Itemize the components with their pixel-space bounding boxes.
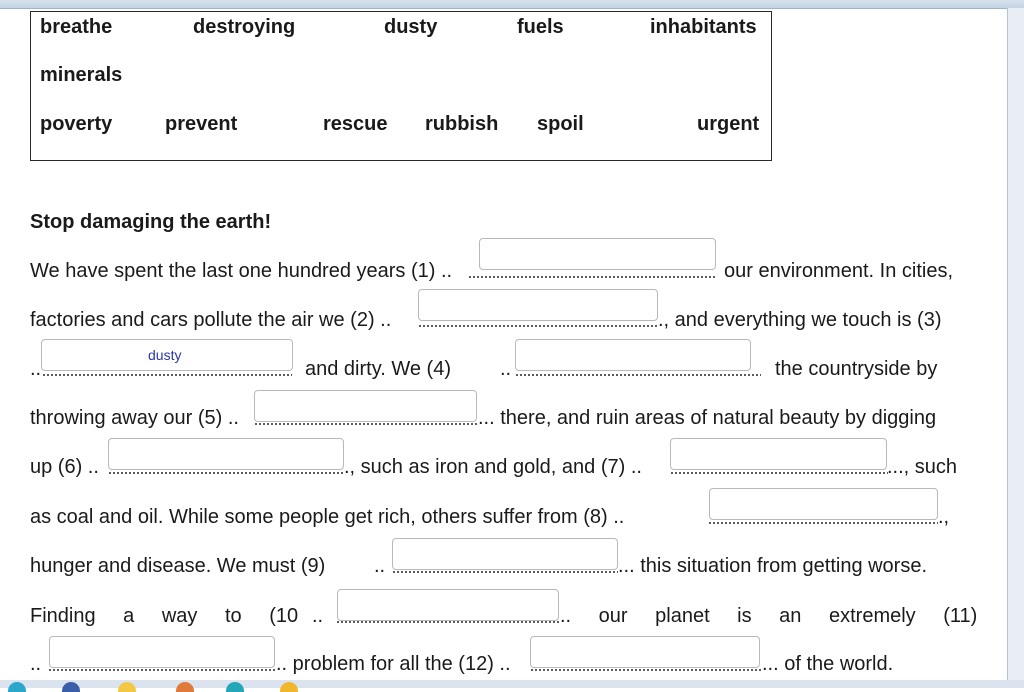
dotted-line	[708, 522, 938, 524]
passage-text: the countryside by	[775, 358, 938, 380]
passage-text: ... this situation from getting worse.	[618, 555, 928, 577]
passage-text: and dirty. We (4)	[305, 358, 451, 380]
answer-input-8[interactable]	[709, 488, 938, 520]
passage-text: We have spent the last one hundred years…	[30, 260, 453, 282]
passage-title: Stop damaging the earth!	[30, 211, 272, 233]
answer-input-5[interactable]	[254, 390, 477, 422]
dotted-line	[48, 669, 276, 671]
passage-text: throwing away our (5) ..	[30, 407, 239, 429]
passage-text: ..	[500, 358, 512, 380]
passage-text: as coal and oil. While some people get r…	[30, 506, 625, 528]
dotted-line	[42, 374, 292, 376]
passage-text: factories and cars pollute the air we (2…	[30, 309, 392, 331]
dotted-line	[392, 571, 618, 573]
answer-input-1[interactable]	[479, 238, 716, 270]
answer-input-10[interactable]	[337, 589, 559, 621]
word-bank-box: breathe destroying dusty fuels inhabitan…	[30, 11, 772, 161]
answer-input-2[interactable]	[418, 289, 658, 321]
passage-text: up (6) ..	[30, 456, 99, 478]
answer-input-11[interactable]	[49, 636, 275, 668]
dotted-line	[530, 669, 762, 671]
passage-text: ., and everything we touch is (3)	[658, 309, 942, 331]
passage-text: ..	[30, 358, 42, 380]
passage-text: ., such as iron and gold, and (7) ..	[344, 456, 642, 478]
window-top-strip	[0, 0, 1024, 9]
word-bank-word: fuels	[517, 16, 564, 38]
dotted-line	[336, 621, 560, 623]
passage-text: .. problem for all the (12) ..	[276, 653, 511, 675]
passage-text: ... there, and ruin areas of natural bea…	[478, 407, 937, 429]
scrollbar-area[interactable]	[1007, 8, 1024, 680]
passage-text: .,	[938, 506, 950, 528]
word-bank-word: destroying	[193, 16, 296, 38]
passage-text: ..	[374, 555, 386, 577]
passage-text: ..	[312, 605, 324, 627]
passage-text: ..., such	[887, 456, 958, 478]
answer-input-9[interactable]	[392, 538, 618, 570]
taskbar	[0, 680, 1024, 688]
answer-input-12[interactable]	[530, 636, 760, 668]
word-bank-word: dusty	[384, 16, 438, 38]
dotted-line	[670, 472, 888, 474]
word-bank-word: urgent	[697, 113, 760, 135]
dotted-line	[108, 472, 344, 474]
passage-text: Finding a way to (10	[30, 605, 299, 627]
word-bank-word: rubbish	[425, 113, 499, 135]
dotted-line	[418, 325, 658, 327]
word-bank-word: poverty	[40, 113, 113, 135]
word-bank-word: spoil	[537, 113, 584, 135]
dotted-line	[468, 276, 716, 278]
passage-text: .. our planet is an extremely (11)	[560, 605, 978, 627]
word-bank-word: prevent	[165, 113, 238, 135]
word-bank-word: breathe	[40, 16, 113, 38]
passage-text: ..	[30, 653, 42, 675]
word-bank-word: rescue	[323, 113, 388, 135]
word-bank-word: inhabitants	[650, 16, 757, 38]
answer-input-3[interactable]	[41, 339, 293, 371]
passage-text: ... of the world.	[762, 653, 894, 675]
word-bank-word: minerals	[40, 64, 123, 86]
answer-input-6[interactable]	[108, 438, 344, 470]
dotted-line	[515, 374, 761, 376]
dotted-line	[254, 423, 478, 425]
answer-input-4[interactable]	[515, 339, 751, 371]
passage-text: our environment. In cities,	[724, 260, 953, 282]
passage-text: hunger and disease. We must (9)	[30, 555, 326, 577]
answer-input-7[interactable]	[670, 438, 887, 470]
